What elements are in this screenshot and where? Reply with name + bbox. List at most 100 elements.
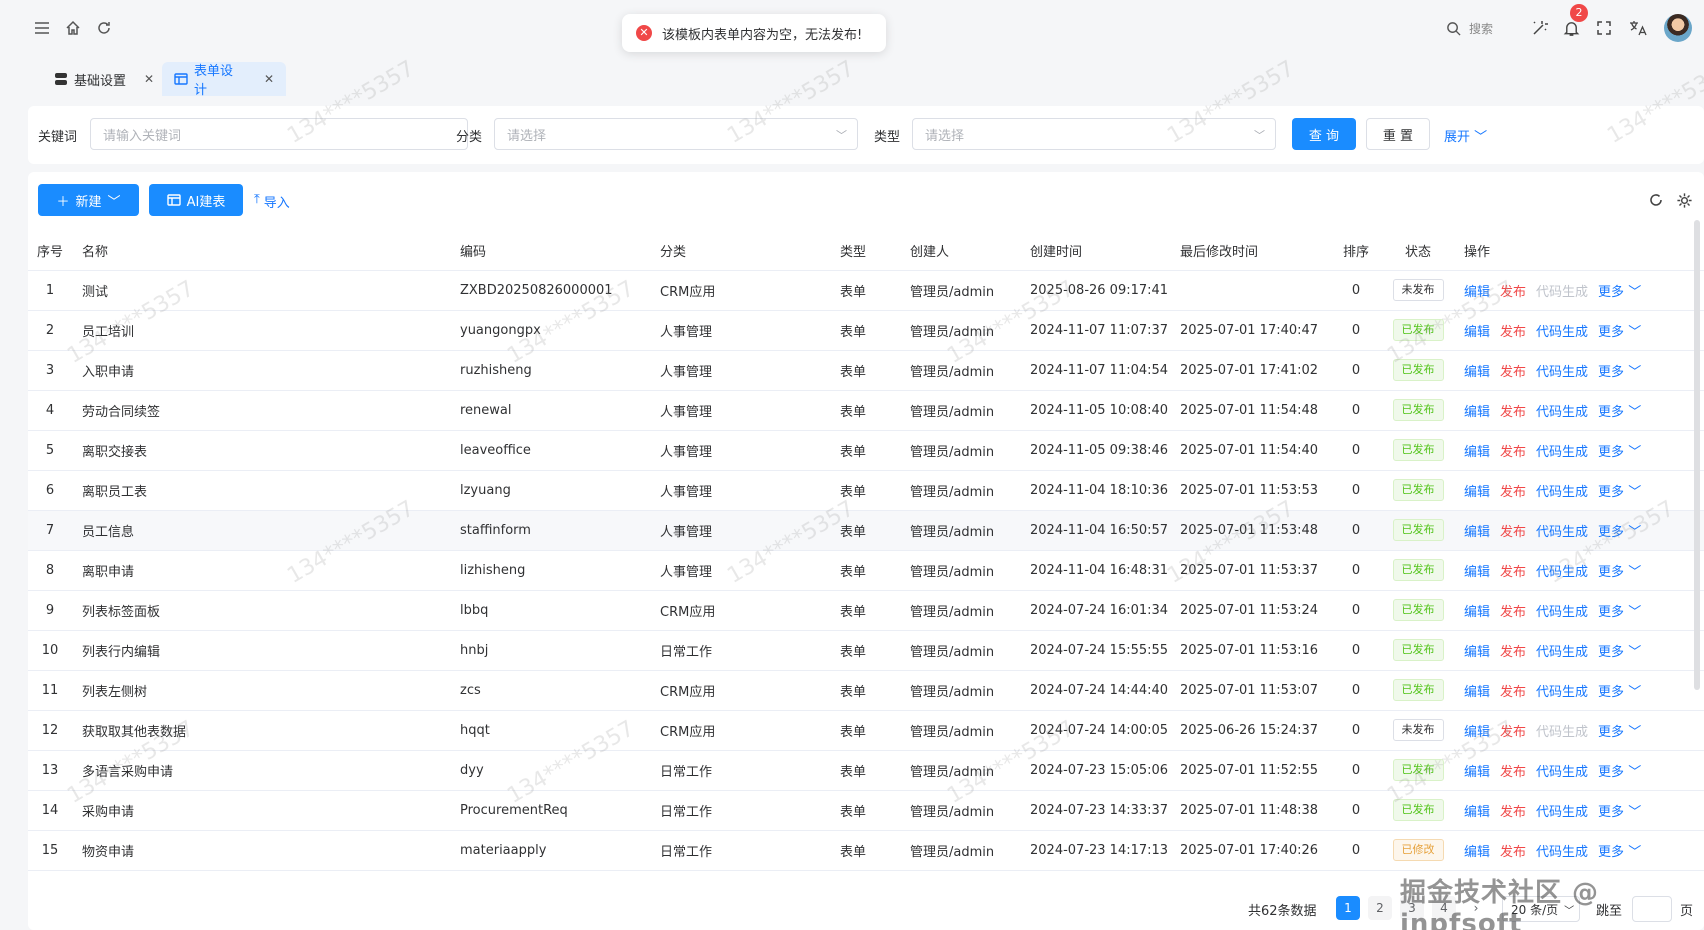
new-button[interactable]: ＋ 新建 ﹀ [38, 184, 139, 216]
publish-link[interactable]: 发布 [1500, 445, 1526, 460]
code-generate-link[interactable]: 代码生成 [1536, 285, 1588, 300]
code-generate-link[interactable]: 代码生成 [1536, 685, 1588, 700]
publish-link[interactable]: 发布 [1500, 565, 1526, 580]
more-link[interactable]: 更多 ﹀ [1598, 365, 1641, 380]
page-button[interactable]: 1 [1336, 896, 1360, 920]
publish-link[interactable]: 发布 [1500, 765, 1526, 780]
gear-icon[interactable] [1674, 190, 1694, 210]
code-generate-link[interactable]: 代码生成 [1536, 725, 1588, 740]
page-button[interactable]: 2 [1368, 896, 1392, 920]
table-row[interactable]: 6 离职员工表 lzyuang 人事管理 表单 管理员/admin 2024-11-04 1… [28, 470, 1704, 511]
close-icon[interactable]: ✕ [264, 72, 274, 86]
table-row[interactable]: 15 物资申请 materiaapply 日常工作 表单 管理员/admin 2024-07… [28, 830, 1704, 871]
table-row[interactable]: 3 入职申请 ruzhisheng 人事管理 表单 管理员/admin 2024-11-07… [28, 350, 1704, 391]
table-row[interactable]: 8 离职申请 lizhisheng 人事管理 表单 管理员/admin 2024-11-04… [28, 550, 1704, 591]
more-link[interactable]: 更多 ﹀ [1598, 685, 1641, 700]
publish-link[interactable]: 发布 [1500, 325, 1526, 340]
more-link[interactable]: 更多 ﹀ [1598, 645, 1641, 660]
more-link[interactable]: 更多 ﹀ [1598, 765, 1641, 780]
more-link[interactable]: 更多 ﹀ [1598, 285, 1641, 300]
translate-icon[interactable] [1628, 18, 1648, 38]
table-row[interactable]: 4 劳动合同续签 renewal 人事管理 表单 管理员/admin 2024-11-05 … [28, 390, 1704, 431]
code-generate-link[interactable]: 代码生成 [1536, 605, 1588, 620]
code-generate-link[interactable]: 代码生成 [1536, 405, 1588, 420]
table-row[interactable]: 14 采购申请 ProcurementReq 日常工作 表单 管理员/admin 2024-… [28, 790, 1704, 831]
more-link[interactable]: 更多 ﹀ [1598, 565, 1641, 580]
edit-link[interactable]: 编辑 [1464, 445, 1490, 460]
code-generate-link[interactable]: 代码生成 [1536, 325, 1588, 340]
edit-link[interactable]: 编辑 [1464, 845, 1490, 860]
more-link[interactable]: 更多 ﹀ [1598, 525, 1641, 540]
close-icon[interactable]: ✕ [144, 72, 154, 86]
edit-link[interactable]: 编辑 [1464, 565, 1490, 580]
publish-link[interactable]: 发布 [1500, 405, 1526, 420]
tab-basic-settings[interactable]: 基础设置 ✕ [42, 62, 166, 96]
query-button[interactable]: 查 询 [1292, 118, 1356, 150]
menu-icon[interactable] [32, 18, 52, 38]
category-select[interactable]: 请选择 ﹀ [494, 118, 858, 150]
table-row[interactable]: 9 列表标签面板 lbbq CRM应用 表单 管理员/admin 2024-07-24 16… [28, 590, 1704, 631]
more-link[interactable]: 更多 ﹀ [1598, 405, 1641, 420]
more-link[interactable]: 更多 ﹀ [1598, 805, 1641, 820]
code-generate-link[interactable]: 代码生成 [1536, 485, 1588, 500]
edit-link[interactable]: 编辑 [1464, 325, 1490, 340]
more-link[interactable]: 更多 ﹀ [1598, 485, 1641, 500]
publish-link[interactable]: 发布 [1500, 685, 1526, 700]
keyword-input[interactable]: 请输入关键词 [90, 118, 468, 150]
table-row[interactable]: 2 员工培训 yuangongpx 人事管理 表单 管理员/admin 2024-11-07… [28, 310, 1704, 351]
code-generate-link[interactable]: 代码生成 [1536, 525, 1588, 540]
code-generate-link[interactable]: 代码生成 [1536, 445, 1588, 460]
edit-link[interactable]: 编辑 [1464, 805, 1490, 820]
ai-build-button[interactable]: AI建表 [149, 184, 243, 216]
code-generate-link[interactable]: 代码生成 [1536, 365, 1588, 380]
more-link[interactable]: 更多 ﹀ [1598, 605, 1641, 620]
publish-link[interactable]: 发布 [1500, 485, 1526, 500]
publish-link[interactable]: 发布 [1500, 605, 1526, 620]
edit-link[interactable]: 编辑 [1464, 605, 1490, 620]
edit-link[interactable]: 编辑 [1464, 645, 1490, 660]
code-generate-link[interactable]: 代码生成 [1536, 765, 1588, 780]
publish-link[interactable]: 发布 [1500, 285, 1526, 300]
home-icon[interactable] [63, 18, 83, 38]
table-scrollbar[interactable] [1694, 220, 1700, 690]
global-search[interactable]: 搜索 [1436, 12, 1526, 44]
code-generate-link[interactable]: 代码生成 [1536, 845, 1588, 860]
expand-button[interactable]: 展开 ﹀ [1444, 126, 1487, 145]
reset-button[interactable]: 重 置 [1366, 118, 1430, 150]
refresh-icon[interactable] [94, 18, 114, 38]
edit-link[interactable]: 编辑 [1464, 765, 1490, 780]
code-generate-link[interactable]: 代码生成 [1536, 805, 1588, 820]
more-link[interactable]: 更多 ﹀ [1598, 325, 1641, 340]
edit-link[interactable]: 编辑 [1464, 685, 1490, 700]
publish-link[interactable]: 发布 [1500, 805, 1526, 820]
publish-link[interactable]: 发布 [1500, 725, 1526, 740]
publish-link[interactable]: 发布 [1500, 525, 1526, 540]
code-generate-link[interactable]: 代码生成 [1536, 565, 1588, 580]
table-row[interactable]: 1 测试 ZXBD20250826000001 CRM应用 表单 管理员/admin 202… [28, 270, 1704, 311]
edit-link[interactable]: 编辑 [1464, 365, 1490, 380]
table-row[interactable]: 13 多语言采购申请 dyy 日常工作 表单 管理员/admin 2024-07-23 15… [28, 750, 1704, 791]
table-row[interactable]: 11 列表左侧树 zcs CRM应用 表单 管理员/admin 2024-07-24 14:… [28, 670, 1704, 711]
publish-link[interactable]: 发布 [1500, 845, 1526, 860]
publish-link[interactable]: 发布 [1500, 365, 1526, 380]
user-avatar[interactable] [1664, 14, 1692, 42]
table-row[interactable]: 12 获取取其他表数据 hqqt CRM应用 表单 管理员/admin 2024-07-24… [28, 710, 1704, 751]
magic-wand-icon[interactable] [1530, 18, 1550, 38]
more-link[interactable]: 更多 ﹀ [1598, 725, 1641, 740]
type-select[interactable]: 请选择 ﹀ [912, 118, 1276, 150]
more-link[interactable]: 更多 ﹀ [1598, 445, 1641, 460]
edit-link[interactable]: 编辑 [1464, 725, 1490, 740]
table-row[interactable]: 7 员工信息 staffinform 人事管理 表单 管理员/admin 2024-11-0… [28, 510, 1704, 551]
edit-link[interactable]: 编辑 [1464, 485, 1490, 500]
import-button[interactable]: ⤒ 导入 [254, 192, 290, 211]
refresh-table-icon[interactable] [1646, 190, 1666, 210]
table-row[interactable]: 10 列表行内编辑 hnbj 日常工作 表单 管理员/admin 2024-07-24 15… [28, 630, 1704, 671]
edit-link[interactable]: 编辑 [1464, 405, 1490, 420]
edit-link[interactable]: 编辑 [1464, 285, 1490, 300]
table-row[interactable]: 5 离职交接表 leaveoffice 人事管理 表单 管理员/admin 2024-11-… [28, 430, 1704, 471]
tab-form-design[interactable]: 表单设计 ✕ [162, 62, 286, 98]
publish-link[interactable]: 发布 [1500, 645, 1526, 660]
code-generate-link[interactable]: 代码生成 [1536, 645, 1588, 660]
edit-link[interactable]: 编辑 [1464, 525, 1490, 540]
more-link[interactable]: 更多 ﹀ [1598, 845, 1641, 860]
